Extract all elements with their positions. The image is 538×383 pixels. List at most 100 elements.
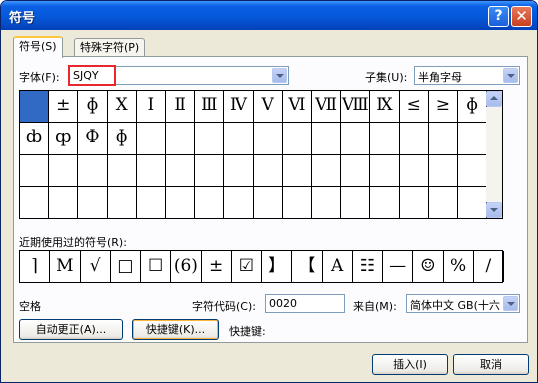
- recent-symbol-cell[interactable]: 】: [262, 251, 293, 282]
- symbol-cell[interactable]: [399, 123, 429, 155]
- symbol-cell[interactable]: Ⅲ: [195, 91, 225, 123]
- recent-symbols[interactable]: ⌉ M √ □ ☐ (6) ± ☑】【A ☷ — ☺% /: [19, 250, 504, 283]
- symbol-cell[interactable]: [253, 155, 283, 187]
- symbol-cell[interactable]: [282, 155, 312, 187]
- shortcut-key-button[interactable]: 快捷键(K)...: [132, 319, 219, 340]
- recent-symbol-cell[interactable]: M: [50, 251, 81, 282]
- recent-symbol-cell[interactable]: ±: [202, 251, 232, 282]
- symbol-cell[interactable]: Ⅵ: [282, 91, 312, 123]
- from-select[interactable]: 简体中文 GB(十六: [406, 294, 520, 313]
- symbol-cell[interactable]: [166, 155, 196, 187]
- symbol-cell[interactable]: [428, 123, 458, 155]
- symbol-cell[interactable]: [341, 187, 371, 219]
- symbol-cell[interactable]: [195, 123, 225, 155]
- recent-symbol-cell[interactable]: ☑: [232, 251, 262, 282]
- symbol-cell[interactable]: [370, 187, 400, 219]
- symbol-cell[interactable]: [136, 187, 166, 219]
- recent-symbol-cell[interactable]: ☷: [353, 251, 383, 282]
- symbol-cell[interactable]: [224, 187, 254, 219]
- symbol-cell[interactable]: [341, 155, 371, 187]
- symbol-cell[interactable]: Ⅷ: [341, 91, 371, 123]
- symbol-cell[interactable]: [195, 155, 225, 187]
- chevron-down-icon[interactable]: [503, 68, 518, 83]
- symbol-cell[interactable]: Ⅳ: [224, 91, 254, 123]
- recent-symbol-cell[interactable]: (6): [171, 251, 202, 282]
- title-bar[interactable]: 符号 ? ✕: [1, 1, 537, 30]
- symbol-cell[interactable]: [107, 155, 137, 187]
- recent-symbol-cell[interactable]: /: [474, 251, 504, 282]
- symbol-cell[interactable]: [107, 187, 137, 219]
- symbol-cell[interactable]: [253, 123, 283, 155]
- font-select[interactable]: SJQY: [69, 66, 289, 85]
- help-button[interactable]: ?: [488, 6, 509, 27]
- symbol-cell[interactable]: [20, 155, 50, 187]
- symbol-cell[interactable]: Ⅰ: [136, 91, 166, 123]
- symbol-cell[interactable]: [312, 187, 342, 219]
- symbol-cell[interactable]: [166, 123, 196, 155]
- symbol-cell[interactable]: Ⅸ: [370, 91, 400, 123]
- symbol-cell[interactable]: ȹ: [49, 123, 79, 155]
- symbol-cell[interactable]: ɸ: [107, 123, 137, 155]
- symbol-cell[interactable]: [458, 155, 488, 187]
- recent-symbol-cell[interactable]: □: [111, 251, 141, 282]
- symbol-cell[interactable]: Ⅱ: [166, 91, 196, 123]
- charcode-input[interactable]: 0020: [265, 294, 345, 313]
- scrollbar-track[interactable]: [486, 107, 502, 202]
- recent-symbol-cell[interactable]: ⌉: [20, 251, 51, 282]
- symbol-cell[interactable]: [166, 187, 196, 219]
- symbol-cell[interactable]: Ⅶ: [312, 91, 342, 123]
- recent-symbol-cell[interactable]: √: [81, 251, 111, 282]
- symbol-cell[interactable]: ±: [49, 91, 79, 123]
- close-button[interactable]: ✕: [511, 6, 532, 27]
- symbol-cell[interactable]: [282, 123, 312, 155]
- symbol-cell[interactable]: [458, 187, 488, 219]
- symbol-cell[interactable]: [78, 155, 108, 187]
- symbol-cell[interactable]: [341, 123, 371, 155]
- symbol-cell[interactable]: [136, 155, 166, 187]
- recent-symbol-cell[interactable]: A: [323, 251, 353, 282]
- symbol-cell[interactable]: [312, 155, 342, 187]
- symbol-cell[interactable]: [78, 187, 108, 219]
- recent-symbol-cell[interactable]: ☺: [413, 251, 444, 282]
- symbol-cell[interactable]: [458, 123, 488, 155]
- symbol-cell[interactable]: [224, 155, 254, 187]
- tab-special-characters[interactable]: 特殊字符(P): [74, 38, 146, 58]
- symbol-cell[interactable]: [399, 187, 429, 219]
- symbol-cell[interactable]: Ⅹ: [107, 91, 137, 123]
- scroll-up-button[interactable]: [486, 91, 502, 107]
- recent-symbol-cell[interactable]: ☐: [141, 251, 172, 282]
- chevron-down-icon[interactable]: [272, 68, 287, 83]
- symbol-cell[interactable]: [282, 187, 312, 219]
- symbol-cell[interactable]: [428, 155, 458, 187]
- symbol-cell[interactable]: [370, 123, 400, 155]
- symbol-cell[interactable]: ɸ: [78, 91, 108, 123]
- insert-button[interactable]: 插入(I): [372, 354, 448, 375]
- symbol-cell[interactable]: [370, 155, 400, 187]
- subset-select[interactable]: 半角字母: [414, 66, 520, 85]
- symbol-cell[interactable]: [312, 123, 342, 155]
- symbol-cell[interactable]: [195, 187, 225, 219]
- symbol-cell[interactable]: ≤: [399, 91, 429, 123]
- symbol-cell[interactable]: [49, 155, 79, 187]
- symbol-cell[interactable]: [428, 187, 458, 219]
- symbol-cell[interactable]: [49, 187, 79, 219]
- symbol-cell[interactable]: ȸ: [20, 123, 50, 155]
- symbol-cell[interactable]: Ф: [78, 123, 108, 155]
- chevron-down-icon[interactable]: [503, 296, 518, 311]
- symbol-cell[interactable]: Ⅴ: [253, 91, 283, 123]
- scroll-down-button[interactable]: [486, 202, 502, 218]
- symbol-cell[interactable]: [20, 91, 50, 123]
- cancel-button[interactable]: 取消: [453, 354, 529, 375]
- recent-symbol-cell[interactable]: 【: [292, 251, 323, 282]
- symbol-cell[interactable]: [20, 187, 50, 219]
- symbol-cell[interactable]: [136, 123, 166, 155]
- recent-symbol-cell[interactable]: %: [444, 251, 474, 282]
- recent-symbol-cell[interactable]: —: [383, 251, 414, 282]
- symbol-cell[interactable]: ≥: [428, 91, 458, 123]
- autocorrect-button[interactable]: 自动更正(A)...: [19, 319, 123, 340]
- symbol-cell[interactable]: [253, 187, 283, 219]
- symbol-cell[interactable]: [224, 123, 254, 155]
- tab-symbols[interactable]: 符号(S): [13, 36, 63, 58]
- symbol-cell[interactable]: ɸ: [458, 91, 488, 123]
- symbol-grid[interactable]: ± ɸ Ⅹ Ⅰ Ⅱ Ⅲ Ⅳ Ⅴ Ⅵ Ⅶ Ⅷ Ⅸ ≤ ≥ ɸ ȸ ȹ Фɸ: [19, 90, 503, 219]
